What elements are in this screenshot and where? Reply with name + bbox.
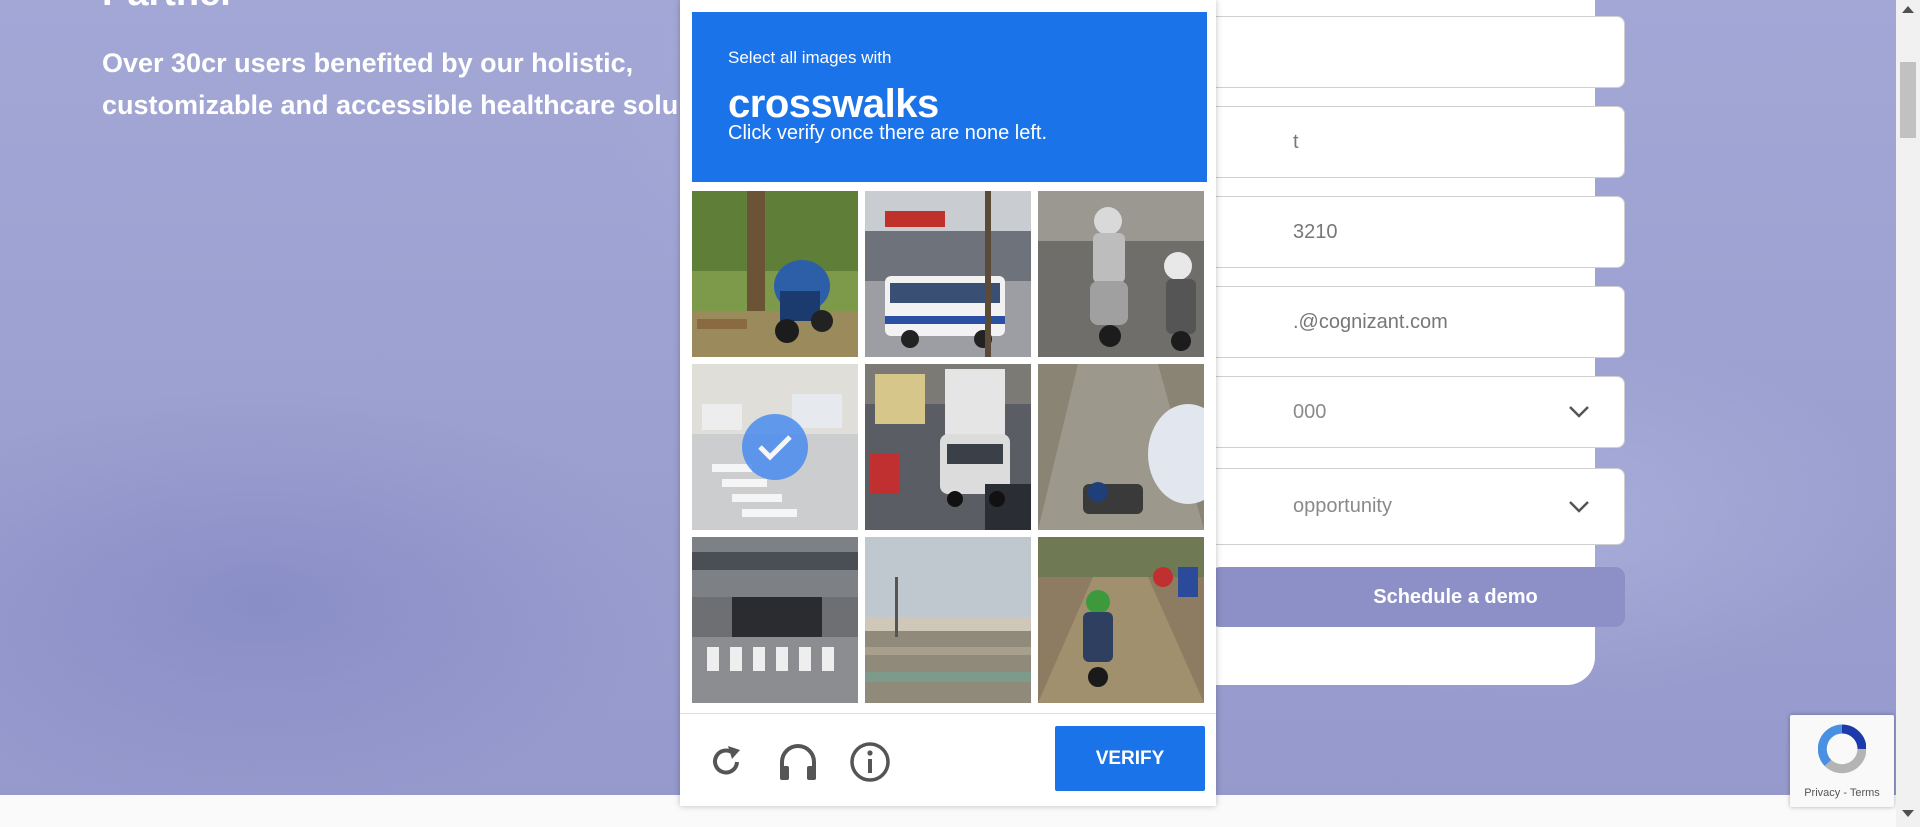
scooter-image	[1038, 191, 1204, 357]
reload-icon[interactable]	[704, 740, 748, 784]
email-field[interactable]	[1210, 286, 1625, 358]
info-icon[interactable]	[848, 740, 892, 784]
crosswalk-building-image	[692, 537, 858, 703]
phone-input[interactable]	[1211, 220, 1624, 244]
schedule-demo-label: Schedule a demo	[1373, 585, 1538, 608]
audio-icon[interactable]	[776, 740, 820, 784]
captcha-tile-6[interactable]	[1038, 364, 1204, 530]
captcha-instruction: Select all images with	[728, 48, 892, 67]
company-field[interactable]	[1210, 106, 1625, 178]
chevron-down-icon	[1569, 500, 1589, 513]
scroll-up-arrow-icon[interactable]	[1902, 6, 1914, 13]
motorbike-road-image	[1038, 537, 1204, 703]
phone-field[interactable]	[1210, 196, 1625, 268]
hero-title: Partner	[102, 0, 235, 15]
captcha-tile-8[interactable]	[865, 537, 1031, 703]
traffic-image	[865, 364, 1031, 530]
captcha-hint: Click verify once there are none left.	[728, 122, 1048, 144]
captcha-tile-1[interactable]	[692, 191, 858, 357]
recaptcha-logo-icon	[1818, 724, 1866, 774]
company-input[interactable]	[1211, 130, 1624, 154]
motorbike-image	[692, 191, 858, 357]
email-input[interactable]	[1211, 310, 1624, 334]
scroll-down-arrow-icon[interactable]	[1902, 810, 1914, 817]
road-image	[1038, 364, 1204, 530]
captcha-footer: VERIFY	[680, 713, 1216, 807]
captcha-target: crosswalks	[728, 82, 939, 126]
verify-button[interactable]: VERIFY	[1055, 726, 1205, 791]
name-input[interactable]	[1211, 40, 1624, 64]
interest-select-value: opportunity	[1293, 495, 1392, 517]
privacy-terms-links[interactable]: Privacy - Terms	[1790, 787, 1894, 799]
name-field[interactable]	[1210, 16, 1625, 88]
chevron-down-icon	[1569, 406, 1589, 418]
employees-select-value: 000	[1293, 400, 1327, 423]
vertical-scrollbar[interactable]	[1896, 0, 1920, 827]
captcha-tile-7[interactable]	[692, 537, 858, 703]
interest-select[interactable]: opportunity	[1210, 468, 1625, 545]
recaptcha-badge[interactable]: Privacy - Terms	[1790, 715, 1894, 807]
bus-image	[865, 191, 1031, 357]
captcha-header: Select all images with crosswalks Click …	[692, 12, 1207, 182]
checkmark-icon	[742, 414, 808, 480]
captcha-image-grid	[692, 191, 1207, 703]
captcha-tile-9[interactable]	[1038, 537, 1204, 703]
captcha-tile-4[interactable]	[692, 364, 858, 530]
bridge-image	[865, 537, 1031, 703]
captcha-tile-3[interactable]	[1038, 191, 1204, 357]
employees-select[interactable]: 000	[1210, 376, 1625, 448]
captcha-tile-2[interactable]	[865, 191, 1031, 357]
recaptcha-challenge: Select all images with crosswalks Click …	[680, 0, 1216, 806]
captcha-tile-5[interactable]	[865, 364, 1031, 530]
hero-subtitle: Over 30cr users benefited by our holisti…	[102, 48, 679, 120]
schedule-demo-button[interactable]: Schedule a demo	[1210, 567, 1625, 627]
scroll-thumb[interactable]	[1900, 62, 1916, 138]
